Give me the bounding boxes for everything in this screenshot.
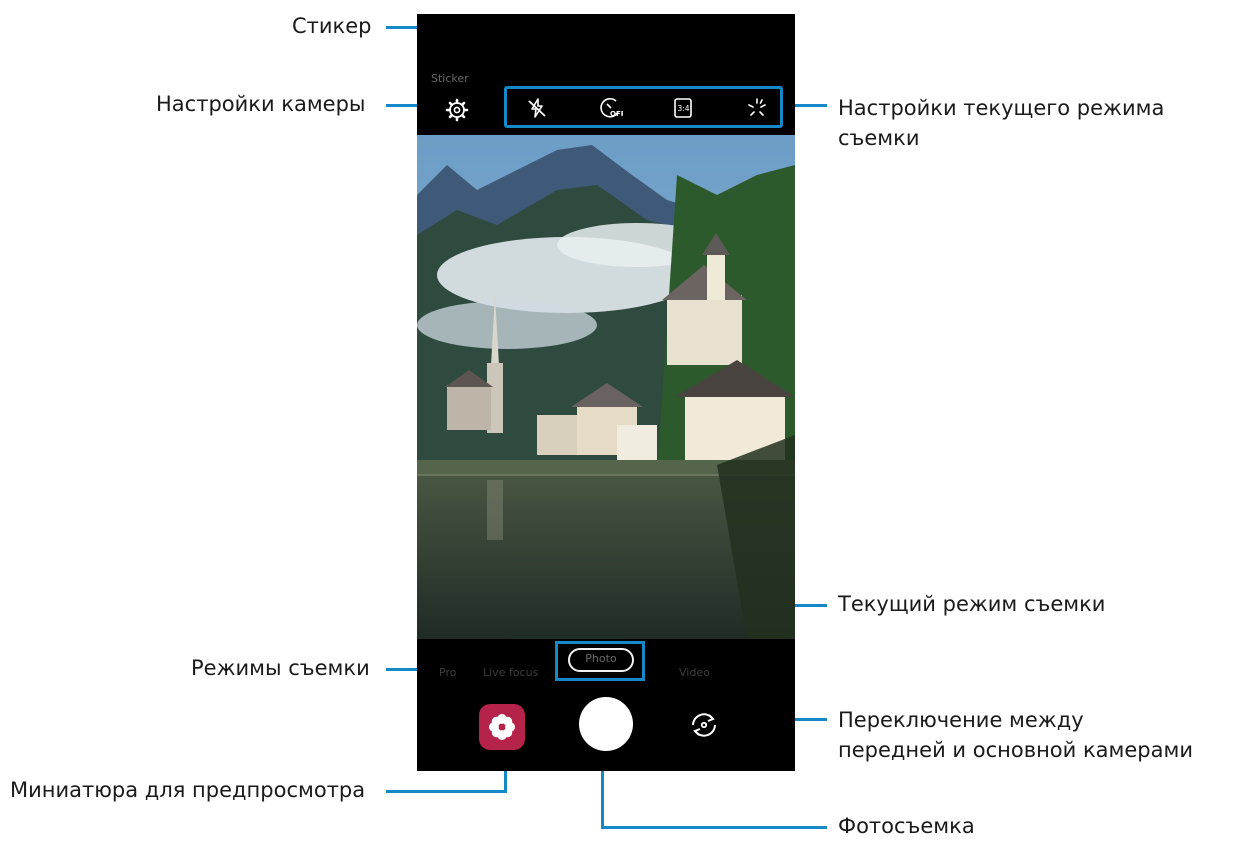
callout-switch-camera: Переключение между передней и основной к… <box>838 708 1193 762</box>
callout-camera-settings: Настройки камеры <box>156 92 366 116</box>
mode-settings-group: OFF 3:4 <box>504 86 783 128</box>
ratio-text: 3:4 <box>678 104 690 113</box>
leader-thumbnail-h <box>386 790 506 793</box>
effects-icon[interactable] <box>745 96 769 120</box>
viewfinder-preview[interactable] <box>417 135 795 639</box>
camera-screen: Sticker OFF 3:4 <box>417 14 795 771</box>
callout-preview-thumbnail: Миниатюра для предпросмотра <box>10 778 366 802</box>
mode-pro[interactable]: Pro <box>439 666 456 679</box>
callout-sticker: Стикер <box>292 14 372 38</box>
gear-icon[interactable] <box>445 98 469 122</box>
timer-off-text: OFF <box>610 110 623 118</box>
callout-take-photo: Фотосъемка <box>838 814 975 838</box>
top-bar: Sticker OFF 3:4 <box>417 14 795 134</box>
flower-icon <box>489 714 515 740</box>
switch-camera-icon[interactable] <box>687 708 721 742</box>
current-mode-label: Photo <box>585 652 617 665</box>
sticker-label[interactable]: Sticker <box>431 72 469 85</box>
shutter-button[interactable] <box>579 697 633 751</box>
ratio-3-4-icon[interactable]: 3:4 <box>671 96 695 120</box>
mode-video[interactable]: Video <box>679 666 710 679</box>
callout-shooting-modes: Режимы съемки <box>191 656 370 680</box>
preview-thumbnail[interactable] <box>479 704 525 750</box>
timer-off-icon[interactable]: OFF <box>599 96 623 120</box>
callout-current-mode-settings: Настройки текущего режима съемки <box>838 96 1165 150</box>
leader-shutter-h <box>601 826 827 829</box>
callout-current-mode: Текущий режим съемки <box>838 592 1106 616</box>
mode-live-focus[interactable]: Live focus <box>483 666 538 679</box>
flash-off-icon[interactable] <box>525 96 549 120</box>
